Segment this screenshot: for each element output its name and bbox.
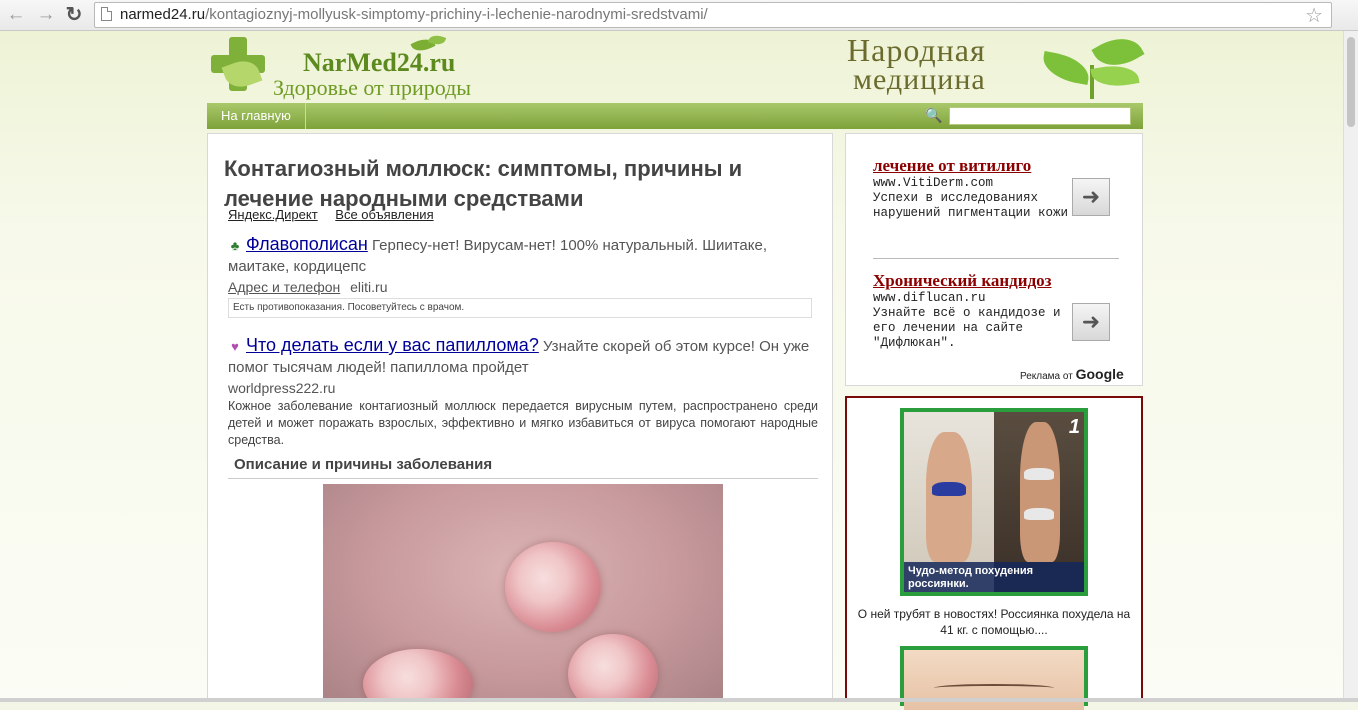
divider	[873, 258, 1119, 259]
logo-cross-icon[interactable]	[211, 37, 265, 93]
site-name[interactable]: NarMed24.ru	[303, 48, 455, 78]
yandex-direct-link[interactable]: Яндекс.Директ	[228, 207, 318, 222]
sidebar-ad-title[interactable]: Хронический кандидоз	[873, 271, 1073, 290]
site-tagline: Здоровье от природы	[273, 75, 472, 100]
ad-domain: eliti.ru	[350, 279, 388, 295]
address-link[interactable]: Адрес и телефон	[228, 279, 340, 295]
article-intro: Кожное заболевание контагиозный моллюск …	[228, 399, 818, 447]
promo-block: 1 Чудо-метод похудения россиянки. О ней …	[845, 396, 1143, 710]
section-heading: Описание и причины заболевания	[234, 456, 493, 473]
promo-image[interactable]: 1 Чудо-метод похудения россиянки.	[900, 408, 1088, 596]
sidebar-ad-title[interactable]: лечение от витилиго	[873, 156, 1073, 175]
channel-one-logo: 1	[1068, 416, 1080, 438]
sidebar-ad-desc: Узнайте всё о кандидозе и его лечении на…	[873, 306, 1061, 350]
article-photo	[323, 484, 723, 701]
back-arrow-icon[interactable]: ←	[4, 3, 28, 27]
promo-image-2[interactable]	[900, 646, 1088, 710]
promo-text[interactable]: О ней трубят в новостях! Россиянка похуд…	[855, 606, 1133, 638]
scroll-thumb[interactable]	[1347, 37, 1355, 127]
sprout-icon	[1040, 28, 1145, 101]
skin-lesion	[505, 542, 601, 632]
sidebar-ad: Хронический кандидоз www.diflucan.ru Узн…	[873, 271, 1073, 351]
site-header: NarMed24.ru Здоровье от природы Народная…	[207, 28, 1145, 103]
sidebar-ad-url[interactable]: www.VitiDerm.com	[873, 175, 1073, 191]
sidebar-ads: лечение от витилиго www.VitiDerm.com Усп…	[845, 133, 1143, 386]
ad-meta: worldpress222.ru	[228, 380, 335, 396]
text-ad: ♥ Что делать если у вас папиллома? Узнайт…	[228, 335, 818, 378]
ad-disclaimer: Есть противопоказания. Посоветуйтесь с в…	[228, 298, 812, 318]
status-strip	[0, 698, 1358, 702]
ad-meta: Адрес и телефон eliti.ru	[228, 279, 388, 295]
arrow-right-icon[interactable]: ➜	[1072, 178, 1110, 216]
url-text: narmed24.ru/kontagioznyj-mollyusk-simpto…	[120, 6, 708, 23]
page-icon	[101, 7, 112, 21]
article-content: Контагиозный моллюск: симптомы, причины …	[207, 133, 833, 702]
nav-home-link[interactable]: На главную	[207, 103, 306, 129]
brand-title: Народная медицина	[847, 32, 986, 96]
forward-arrow-icon[interactable]: →	[34, 3, 58, 27]
sidebar-ad-url[interactable]: www.diflucan.ru	[873, 290, 1073, 306]
arrow-right-icon[interactable]: ➜	[1072, 303, 1110, 341]
bookmark-star-icon[interactable]: ☆	[1305, 3, 1323, 28]
google-ads-label[interactable]: Реклама от Google	[1020, 366, 1124, 382]
ad-title-link[interactable]: Что делать если у вас папиллома?	[246, 335, 539, 355]
address-bar[interactable]: narmed24.ru/kontagioznyj-mollyusk-simpto…	[94, 2, 1332, 28]
brand-line-1: Народная	[847, 32, 986, 68]
skin-lesion	[363, 649, 473, 701]
ad-source-links: Яндекс.Директ Все объявления	[228, 207, 448, 222]
all-ads-link[interactable]: Все объявления	[335, 207, 433, 222]
search-input[interactable]	[949, 107, 1131, 125]
sidebar-ad-desc: Успехи в исследованиях нарушений пигмент…	[873, 191, 1069, 220]
text-ad: ♣ Флавополисан Герпесу-нет! Вирусам-нет! …	[228, 234, 818, 277]
divider	[228, 478, 818, 479]
ad-domain: worldpress222.ru	[228, 380, 336, 396]
google-logo: Google	[1075, 366, 1124, 382]
sidebar-ad: лечение от витилиго www.VitiDerm.com Усп…	[873, 156, 1073, 221]
clover-icon: ♣	[230, 238, 240, 253]
brand-line-2: медицина	[853, 63, 986, 96]
promo-caption: Чудо-метод похудения россиянки.	[904, 562, 1084, 592]
scrollbar[interactable]	[1343, 31, 1358, 702]
browser-toolbar: ← → ↻ narmed24.ru/kontagioznyj-mollyusk-…	[0, 0, 1358, 31]
main-nav: На главную 🔍	[207, 103, 1143, 129]
eye-detail	[934, 684, 1054, 692]
skin-lesion	[568, 634, 658, 701]
search-icon: 🔍	[925, 107, 943, 123]
heart-icon: ♥	[231, 339, 239, 354]
article-title: Контагиозный моллюск: симптомы, причины …	[224, 156, 743, 211]
reload-icon[interactable]: ↻	[62, 3, 86, 27]
ad-title-link[interactable]: Флавополисан	[246, 234, 368, 254]
